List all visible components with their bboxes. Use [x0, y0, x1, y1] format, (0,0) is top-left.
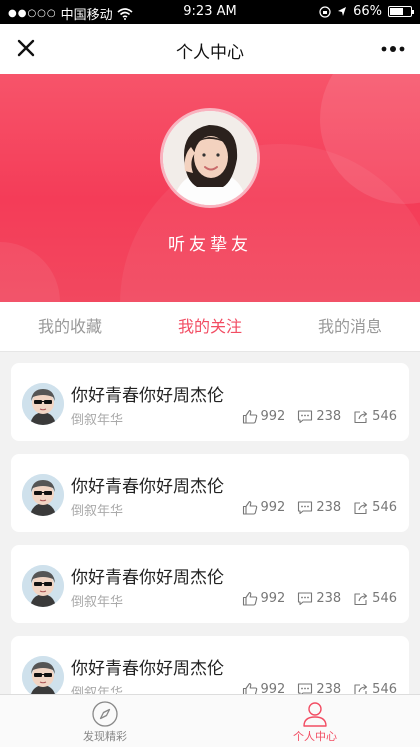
like-stat[interactable]: 992 [242, 682, 286, 694]
share-stat[interactable]: 546 [353, 591, 397, 606]
like-stat[interactable]: 992 [242, 409, 286, 424]
comment-stat[interactable]: 238 [297, 409, 341, 424]
tab-messages[interactable]: 我的消息 [280, 302, 420, 351]
compass-icon [92, 701, 118, 727]
comment-stat[interactable]: 238 [297, 591, 341, 606]
item-stats: 992 238 546 [242, 409, 397, 424]
battery-icon [388, 6, 414, 17]
share-count: 546 [372, 500, 397, 515]
avatar [22, 474, 64, 516]
username: 听友挚友 [168, 235, 252, 255]
like-count: 992 [260, 500, 286, 515]
item-stats: 992 238 546 [242, 500, 397, 515]
comment-count: 238 [316, 591, 342, 606]
battery-percent: 66% [353, 4, 382, 19]
item-title: 你好青春你好周杰伦 [71, 659, 224, 679]
list-item[interactable]: 你好青春你好周杰伦 倒叙年华 992 238 546 [11, 636, 409, 694]
tabbar-label: 个人中心 [293, 730, 337, 743]
item-stats: 992 238 546 [242, 591, 397, 606]
following-list: 你好青春你好周杰伦 倒叙年华 992 238 546 你好青春你好周杰伦 倒叙年… [0, 352, 420, 694]
more-icon[interactable] [380, 42, 406, 56]
tabbar-item-discover[interactable]: 发现精彩 [0, 695, 210, 747]
tabbar-label: 发现精彩 [83, 730, 127, 743]
comment-icon [298, 683, 313, 694]
cartoon-avatar-icon [22, 474, 64, 516]
like-count: 992 [260, 682, 286, 694]
list-item[interactable]: 你好青春你好周杰伦 倒叙年华 992 238 546 [11, 363, 409, 441]
comment-icon [298, 501, 313, 515]
cartoon-avatar-icon [22, 565, 64, 607]
location-icon [338, 7, 347, 16]
share-icon [354, 411, 368, 424]
tabbar-item-profile[interactable]: 个人中心 [210, 695, 420, 747]
list-item[interactable]: 你好青春你好周杰伦 倒叙年华 992 238 546 [11, 545, 409, 623]
share-stat[interactable]: 546 [353, 409, 397, 424]
like-count: 992 [260, 591, 286, 606]
nav-bar: 个人中心 [0, 24, 420, 74]
share-icon [354, 684, 368, 694]
lock-rotation-icon [319, 5, 331, 18]
tab-favorites[interactable]: 我的收藏 [0, 302, 140, 351]
share-count: 546 [372, 409, 397, 424]
thumbs-up-icon [242, 682, 257, 694]
item-author: 倒叙年华 [71, 595, 124, 610]
comment-stat[interactable]: 238 [297, 682, 341, 694]
user-icon [303, 702, 327, 727]
cartoon-avatar-icon [22, 656, 64, 694]
bottom-tab-bar: 发现精彩 个人中心 [0, 694, 420, 747]
like-stat[interactable]: 992 [242, 591, 286, 606]
comment-count: 238 [316, 409, 342, 424]
page-title: 个人中心 [176, 43, 244, 63]
cartoon-avatar-icon [22, 383, 64, 425]
battery-fill [390, 8, 403, 15]
avatar-portrait-icon [163, 111, 257, 205]
thumbs-up-icon [242, 591, 257, 606]
item-author: 倒叙年华 [71, 686, 124, 694]
share-stat[interactable]: 546 [353, 682, 397, 694]
item-author: 倒叙年华 [71, 504, 124, 519]
share-icon [354, 593, 368, 606]
list-item[interactable]: 你好青春你好周杰伦 倒叙年华 992 238 546 [11, 454, 409, 532]
share-count: 546 [372, 682, 397, 694]
thumbs-up-icon [242, 409, 257, 424]
profile-header: 听友挚友 [0, 74, 420, 302]
tab-following[interactable]: 我的关注 [140, 302, 280, 351]
profile-tabs: 我的收藏 我的关注 我的消息 [0, 302, 420, 352]
comment-icon [298, 410, 313, 424]
share-count: 546 [372, 591, 397, 606]
like-count: 992 [260, 409, 286, 424]
thumbs-up-icon [242, 500, 257, 515]
share-icon [354, 502, 368, 515]
comment-count: 238 [316, 500, 342, 515]
comment-icon [298, 592, 313, 606]
avatar [22, 565, 64, 607]
item-title: 你好青春你好周杰伦 [71, 386, 224, 406]
comment-stat[interactable]: 238 [297, 500, 341, 515]
share-stat[interactable]: 546 [353, 500, 397, 515]
status-bar: ●●○○○ 中国移动 9:23 AM 66% [0, 0, 420, 24]
comment-count: 238 [316, 682, 342, 694]
item-author: 倒叙年华 [71, 413, 124, 428]
item-title: 你好青春你好周杰伦 [71, 477, 224, 497]
like-stat[interactable]: 992 [242, 500, 286, 515]
avatar [22, 383, 64, 425]
avatar [22, 656, 64, 694]
avatar[interactable] [160, 108, 260, 208]
item-stats: 992 238 546 [242, 682, 397, 694]
item-title: 你好青春你好周杰伦 [71, 568, 224, 588]
